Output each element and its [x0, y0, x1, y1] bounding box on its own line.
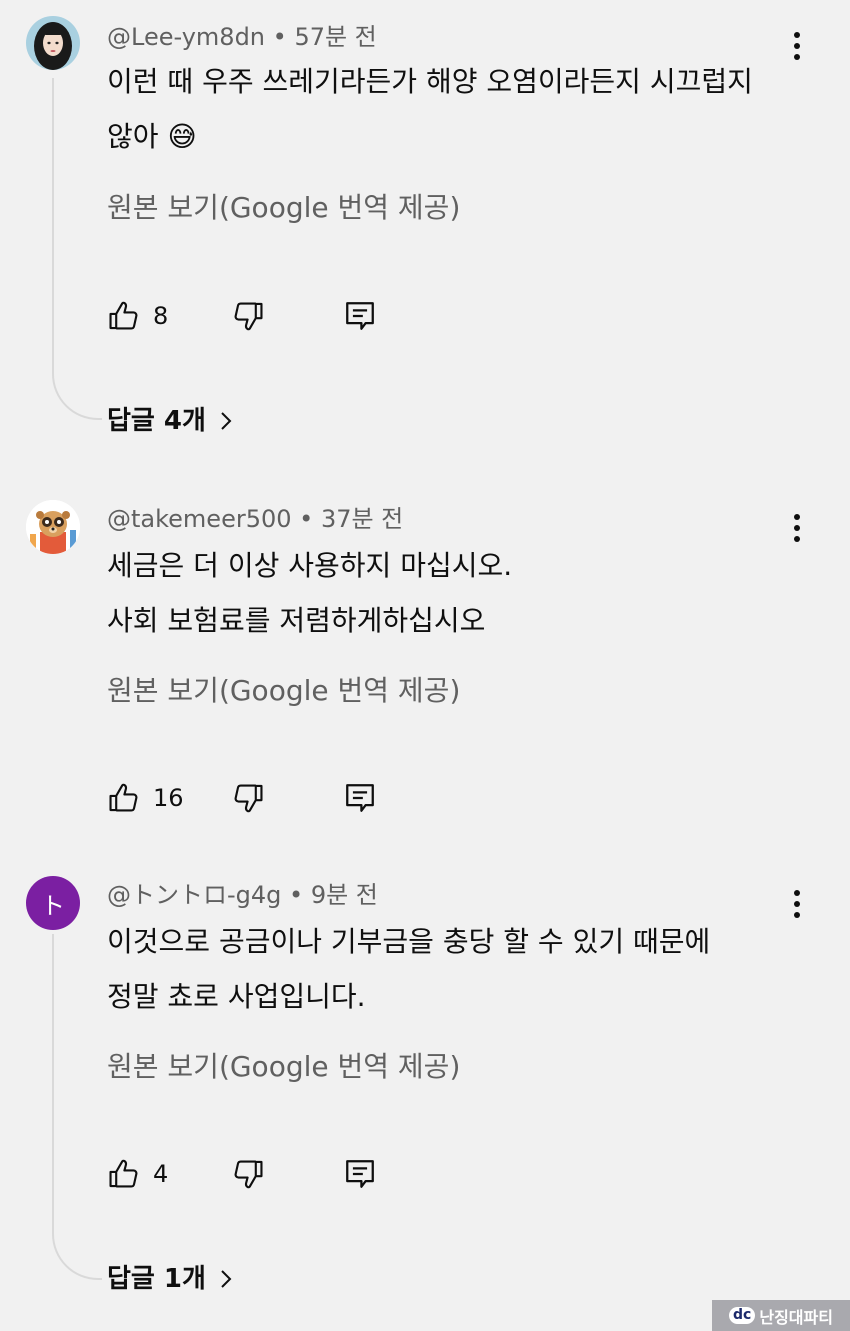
reply-button[interactable] — [343, 778, 377, 818]
more-options-button[interactable] — [784, 30, 812, 66]
replies-label: 답글 1개 — [107, 1264, 206, 1294]
see-original-link[interactable]: 원본 보기(Google 번역 제공) — [107, 190, 460, 226]
like-button[interactable]: 4 — [107, 1154, 168, 1194]
chevron-right-icon — [221, 1270, 232, 1288]
more-options-button[interactable] — [784, 888, 812, 924]
comment-text: 이것으로 공금이나 기부금을 충당 할 수 있기 때문에 정말 쵸로 사업입니다… — [107, 914, 710, 1024]
dislike-button[interactable] — [231, 1154, 265, 1194]
comment-text: 이런 때 우주 쓰레기라든가 해양 오염이라든지 시끄럽지 않아 😅 — [107, 54, 753, 164]
user-photo-avatar — [26, 16, 80, 70]
view-replies-button[interactable]: 답글 1개 — [107, 1262, 234, 1296]
comment-line: 세금은 더 이상 사용하지 마십시오. — [107, 549, 513, 582]
comment-line-with-emoji: 않아 😅 — [107, 109, 753, 164]
thumbs-up-icon — [109, 301, 138, 330]
comment-actions: 4 — [107, 1154, 407, 1194]
comment-line: 이런 때 우주 쓰레기라든가 해양 오염이라든지 시끄럽지 — [107, 65, 753, 98]
see-original-link[interactable]: 원본 보기(Google 번역 제공) — [107, 673, 460, 709]
see-original-link[interactable]: 원본 보기(Google 번역 제공) — [107, 1049, 460, 1085]
comment-actions: 8 — [107, 296, 407, 336]
comment-line: 이것으로 공금이나 기부금을 충당 할 수 있기 때문에 — [107, 925, 711, 958]
avatar[interactable]: ト — [26, 876, 80, 930]
thumbs-down-icon — [234, 784, 263, 813]
dislike-button[interactable] — [231, 778, 265, 818]
meta-separator: • — [281, 881, 311, 909]
reply-comment-icon — [346, 784, 374, 812]
reply-button[interactable] — [343, 296, 377, 336]
watermark-text: 난징대파티 — [759, 1307, 833, 1327]
avatar[interactable] — [26, 16, 80, 70]
replies-label: 답글 4개 — [107, 406, 206, 436]
thumbs-up-icon — [109, 783, 138, 812]
comment-time[interactable]: 9분 전 — [311, 881, 378, 909]
thumbs-up-icon — [109, 1159, 138, 1188]
watermark-logo: dc — [729, 1307, 756, 1324]
thread-connector-line — [52, 934, 102, 1280]
comment-line: 사회 보험료를 저렴하게하십시오 — [107, 604, 486, 637]
dislike-button[interactable] — [231, 296, 265, 336]
like-count: 8 — [153, 302, 169, 330]
comment-time[interactable]: 57분 전 — [294, 23, 376, 51]
thumbs-down-icon — [234, 1160, 263, 1189]
avatar-letter: ト — [41, 891, 65, 920]
avatar[interactable] — [26, 500, 80, 554]
chevron-right-icon — [221, 412, 232, 430]
view-replies-button[interactable]: 답글 4개 — [107, 404, 234, 438]
meerkat-avatar — [26, 500, 80, 554]
comment-meta: @takemeer500 • 37분 전 — [107, 504, 403, 534]
like-count: 4 — [153, 1160, 169, 1188]
comment-meta: @Lee-ym8dn • 57분 전 — [107, 22, 377, 52]
comment-time[interactable]: 37분 전 — [321, 505, 403, 533]
comment-text: 세금은 더 이상 사용하지 마십시오. 사회 보험료를 저렴하게하십시오 — [107, 538, 512, 648]
site-watermark: dc 난징대파티 — [712, 1300, 850, 1331]
reply-comment-icon — [346, 1160, 374, 1188]
like-button[interactable]: 16 — [107, 778, 184, 818]
like-count: 16 — [153, 784, 184, 812]
thread-connector-line — [52, 78, 102, 420]
meta-separator: • — [291, 505, 321, 533]
reply-button[interactable] — [343, 1154, 377, 1194]
comment-line: 않아 — [107, 120, 159, 153]
author-handle[interactable]: @takemeer500 — [107, 505, 292, 533]
comment-actions: 16 — [107, 778, 407, 818]
sweat-smile-emoji: 😅 — [167, 120, 197, 153]
comment-line: 정말 쵸로 사업입니다. — [107, 980, 366, 1013]
author-handle[interactable]: @Lee-ym8dn — [107, 23, 265, 51]
like-button[interactable]: 8 — [107, 296, 168, 336]
reply-comment-icon — [346, 302, 374, 330]
thumbs-down-icon — [234, 302, 263, 331]
meta-separator: • — [265, 23, 295, 51]
author-handle[interactable]: @トントロ-g4g — [107, 881, 281, 909]
more-options-button[interactable] — [784, 512, 812, 548]
comment-meta: @トントロ-g4g • 9분 전 — [107, 880, 378, 910]
